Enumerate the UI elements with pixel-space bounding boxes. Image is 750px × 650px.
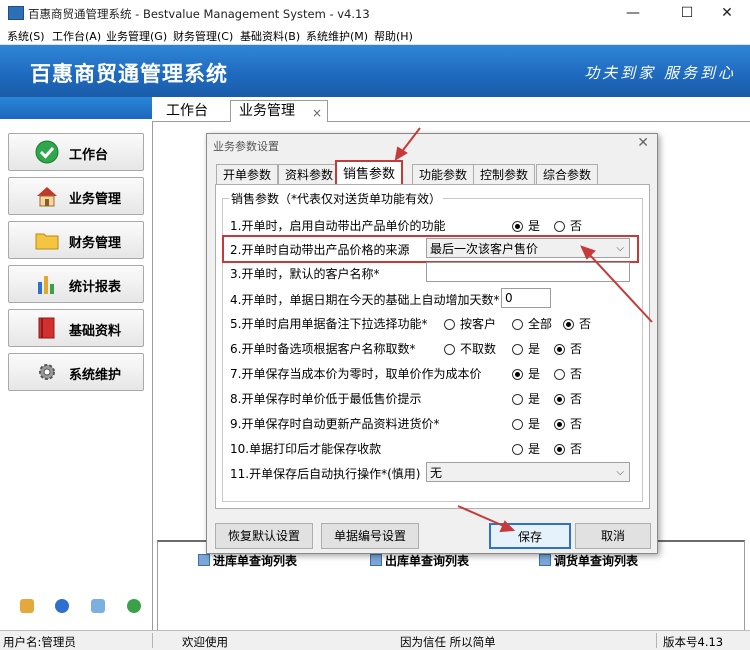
arrow-head <box>499 520 516 533</box>
arrow-to-save-button <box>457 505 507 528</box>
arrow-to-price-select <box>587 252 653 323</box>
annotation-arrows <box>394 127 653 533</box>
